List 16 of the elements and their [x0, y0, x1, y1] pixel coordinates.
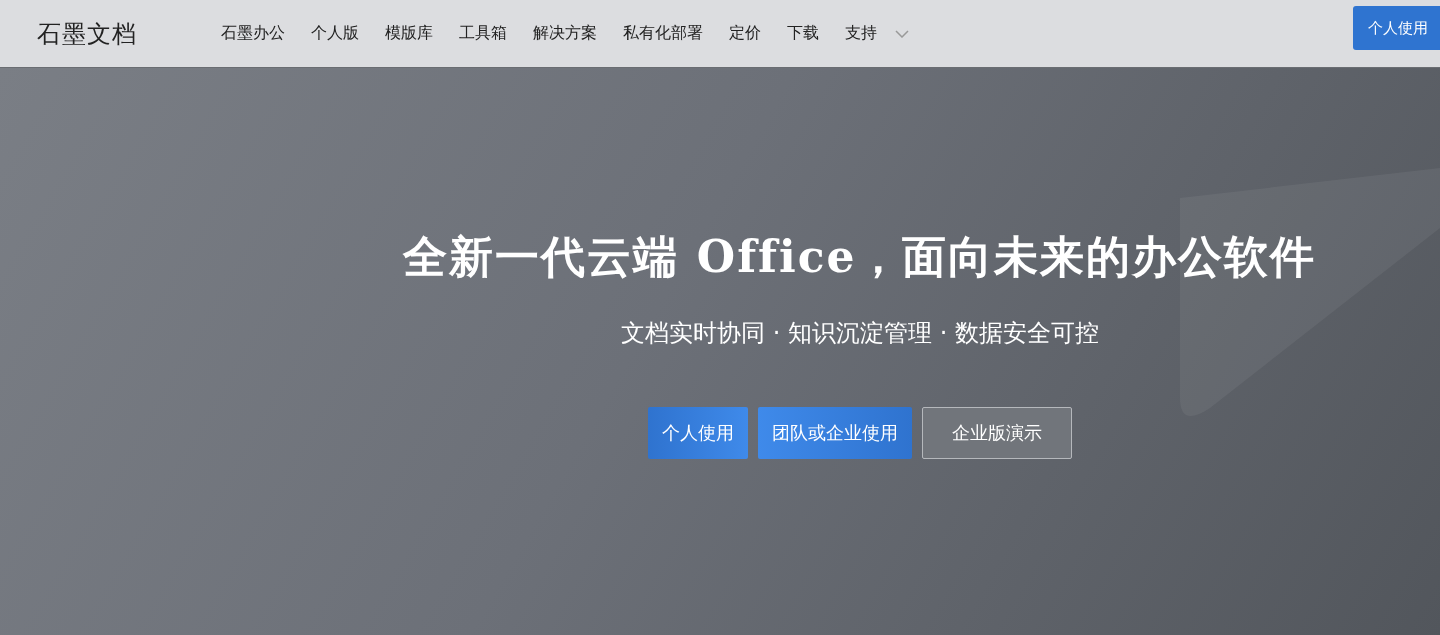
nav-link[interactable]: 个人版	[311, 23, 359, 44]
team-enterprise-button[interactable]: 团队或企业使用	[758, 407, 912, 459]
nav-link[interactable]: 支持	[845, 23, 909, 44]
nav-link[interactable]: 下载	[787, 23, 819, 44]
nav-link[interactable]: 模版库	[385, 23, 433, 44]
personal-use-button[interactable]: 个人使用	[1353, 6, 1440, 50]
site-logo[interactable]: 石墨文档	[37, 17, 221, 50]
personal-use-button[interactable]: 个人使用	[648, 407, 748, 459]
nav-link[interactable]: 石墨办公	[221, 23, 285, 44]
enterprise-demo-button[interactable]: 企业版演示	[922, 407, 1072, 459]
nav-link[interactable]: 解决方案	[533, 23, 597, 44]
nav-link[interactable]: 私有化部署	[623, 23, 703, 44]
nav-link[interactable]: 定价	[729, 23, 761, 44]
hero-subtitle: 文档实时协同 · 知识沉淀管理 · 数据安全可控	[621, 318, 1099, 349]
nav-link[interactable]: 工具箱	[459, 23, 507, 44]
hero-title: 全新一代云端 Office，面向未来的办公软件	[403, 230, 1317, 284]
